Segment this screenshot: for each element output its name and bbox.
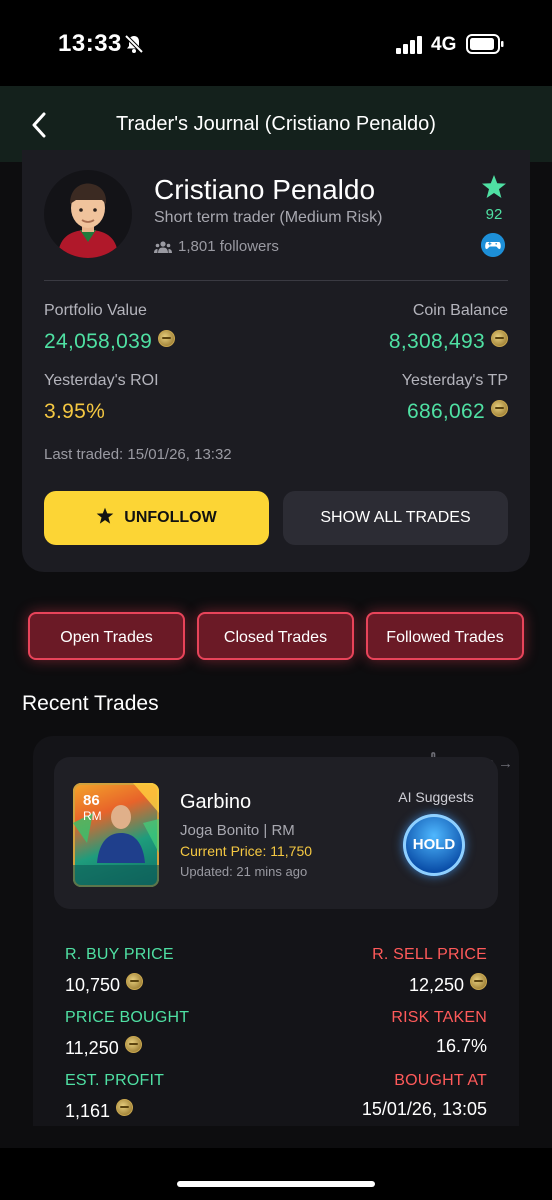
trader-type: Short term trader (Medium Risk) — [154, 209, 383, 226]
followers-count: 1,801 followers — [154, 238, 279, 255]
player-rating: 86 — [83, 792, 100, 809]
trade-card[interactable]: Charts → 86 RM Garbino Joga Bonito | RM … — [33, 736, 519, 1126]
player-position: RM — [83, 809, 102, 823]
coin-icon — [158, 330, 176, 347]
coin-icon — [470, 973, 487, 990]
coin-balance: 8,308,493 — [389, 330, 508, 354]
r-sell-price: 12,250 — [409, 973, 487, 996]
player-meta: Joga Bonito | RM — [180, 822, 295, 839]
portfolio-value-label: Portfolio Value — [44, 302, 147, 319]
est-profit: 1,161 — [65, 1099, 134, 1122]
roi-value: 3.95% — [44, 400, 106, 423]
coin-icon — [491, 330, 508, 347]
status-bar: 13:33 4G — [0, 0, 552, 86]
recent-trades-title: Recent Trades — [22, 692, 159, 715]
bought-at-value: 15/01/26, 13:05 — [361, 1099, 487, 1119]
r-buy-price: 10,750 — [65, 973, 144, 996]
gamepad-icon — [481, 233, 505, 257]
tp-value-number: 686,062 — [406, 400, 485, 423]
coin-balance-number: 8,308,493 — [388, 330, 485, 353]
tab-closed-trades[interactable]: Closed Trades — [197, 612, 354, 660]
divider — [44, 280, 508, 281]
bottom-bar — [0, 1148, 552, 1200]
portfolio-value: 24,058,039 — [44, 330, 176, 354]
r-buy-price-label: R. BUY PRICE — [65, 946, 174, 963]
trader-score: 92 — [485, 206, 503, 223]
risk-taken-label: RISK TAKEN — [391, 1009, 487, 1026]
followers-label: 1,801 followers — [178, 238, 279, 255]
avatar — [44, 170, 132, 258]
show-all-trades-button[interactable]: SHOW ALL TRADES — [283, 491, 508, 545]
current-price: Current Price: 11,750 — [180, 843, 313, 859]
coin-balance-label: Coin Balance — [412, 302, 508, 319]
updated-time: Updated: 21 mins ago — [180, 864, 308, 879]
r-buy-price-value: 10,750 — [65, 975, 121, 995]
portfolio-value-number: 24,058,039 — [44, 330, 153, 353]
trader-name: Cristiano Penaldo — [154, 174, 376, 205]
player-card: 86 RM — [73, 783, 159, 887]
ai-suggests-label: AI Suggests — [398, 789, 474, 805]
last-traded: Last traded: 15/01/26, 13:32 — [44, 446, 232, 463]
bell-muted-icon — [124, 34, 144, 54]
status-time: 13:33 — [58, 30, 122, 57]
tab-open-trades[interactable]: Open Trades — [28, 612, 185, 660]
unfollow-button[interactable]: UNFOLLOW — [44, 491, 269, 545]
price-bought-label: PRICE BOUGHT — [65, 1009, 190, 1026]
est-profit-value: 1,161 — [65, 1101, 111, 1121]
battery-icon — [466, 34, 504, 54]
coin-icon — [126, 973, 144, 990]
star-icon — [482, 175, 506, 198]
price-bought-value: 11,250 — [65, 1038, 119, 1058]
coin-icon — [491, 400, 508, 417]
home-indicator[interactable] — [177, 1181, 375, 1187]
network-label: 4G — [431, 34, 457, 55]
coin-icon — [116, 1099, 134, 1116]
risk-taken-value: 16.7% — [435, 1036, 487, 1056]
trader-profile-card: Cristiano Penaldo Short term trader (Med… — [22, 150, 530, 572]
price-bought: 11,250 — [65, 1036, 142, 1059]
r-sell-price-value: 12,250 — [408, 975, 464, 995]
roi-label: Yesterday's ROI — [44, 372, 159, 389]
player-name: Garbino — [180, 791, 252, 813]
unfollow-label: UNFOLLOW — [124, 509, 217, 526]
r-sell-price-label: R. SELL PRICE — [372, 946, 487, 963]
bought-at-label: BOUGHT AT — [394, 1072, 487, 1089]
tp-label: Yesterday's TP — [401, 372, 508, 389]
tab-followed-trades[interactable]: Followed Trades — [366, 612, 524, 660]
tp-value: 686,062 — [407, 400, 508, 424]
users-icon — [154, 241, 172, 253]
page-title: Trader's Journal (Cristiano Penaldo) — [116, 113, 436, 135]
player-summary: 86 RM Garbino Joga Bonito | RM Current P… — [54, 757, 498, 909]
coin-icon — [124, 1036, 142, 1053]
est-profit-label: EST. PROFIT — [65, 1072, 165, 1089]
hold-badge: HOLD — [403, 814, 465, 876]
star-icon — [96, 507, 114, 524]
signal-icon — [396, 36, 422, 54]
